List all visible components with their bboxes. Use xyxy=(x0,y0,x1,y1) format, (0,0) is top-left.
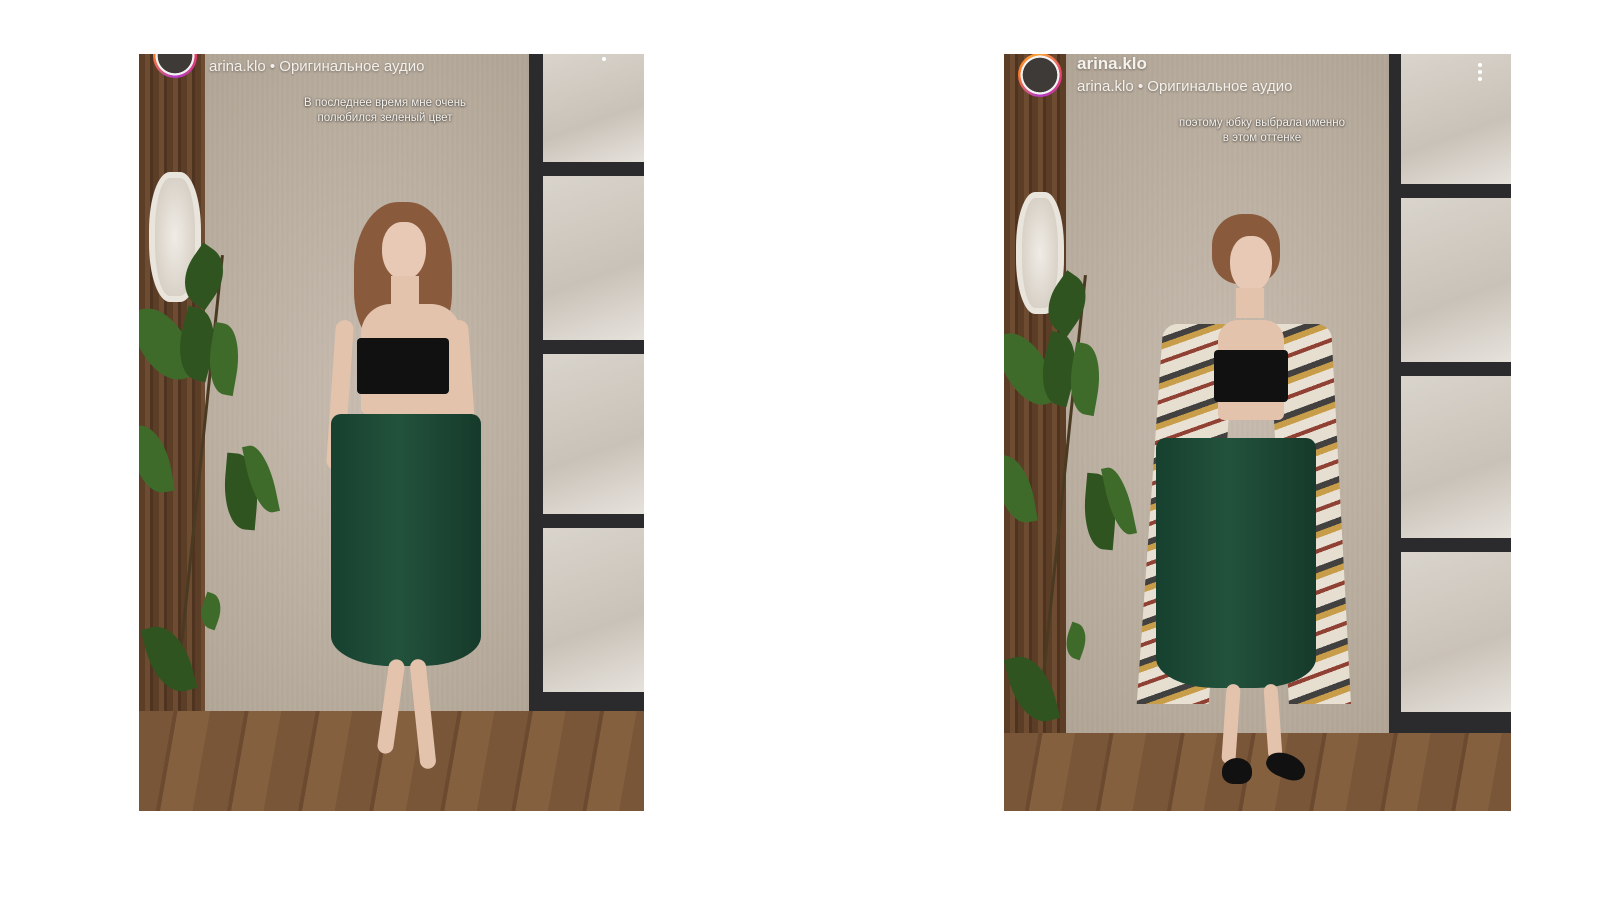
video-scene xyxy=(1004,54,1511,811)
reel-frame-2[interactable]: arina.klo arina.klo • Оригинальное аудио… xyxy=(1004,54,1511,811)
green-skirt xyxy=(1156,438,1316,688)
profile-avatar[interactable] xyxy=(1018,54,1062,97)
username[interactable]: arina.klo xyxy=(1077,54,1147,74)
black-crop-top xyxy=(357,338,449,394)
more-vertical-icon[interactable] xyxy=(1473,60,1487,90)
black-crop-top xyxy=(1214,350,1288,402)
audio-line[interactable]: arina.klo • Оригинальное аудио xyxy=(1077,78,1293,95)
video-scene xyxy=(139,54,644,811)
shoe xyxy=(1222,758,1252,784)
window xyxy=(529,54,644,711)
caption: поэтому юбку выбрала именно в этом оттен… xyxy=(1179,117,1345,144)
audio-line[interactable]: arina.klo • Оригинальное аудио xyxy=(209,58,425,75)
reel-frame-1[interactable]: arina.klo • Оригинальное аудио В последн… xyxy=(139,54,644,811)
caption: В последнее время мне очень полюбился зе… xyxy=(303,97,467,124)
green-skirt xyxy=(331,414,481,666)
window xyxy=(1389,54,1511,733)
floor xyxy=(1004,733,1511,811)
more-vertical-icon[interactable] xyxy=(597,54,611,70)
